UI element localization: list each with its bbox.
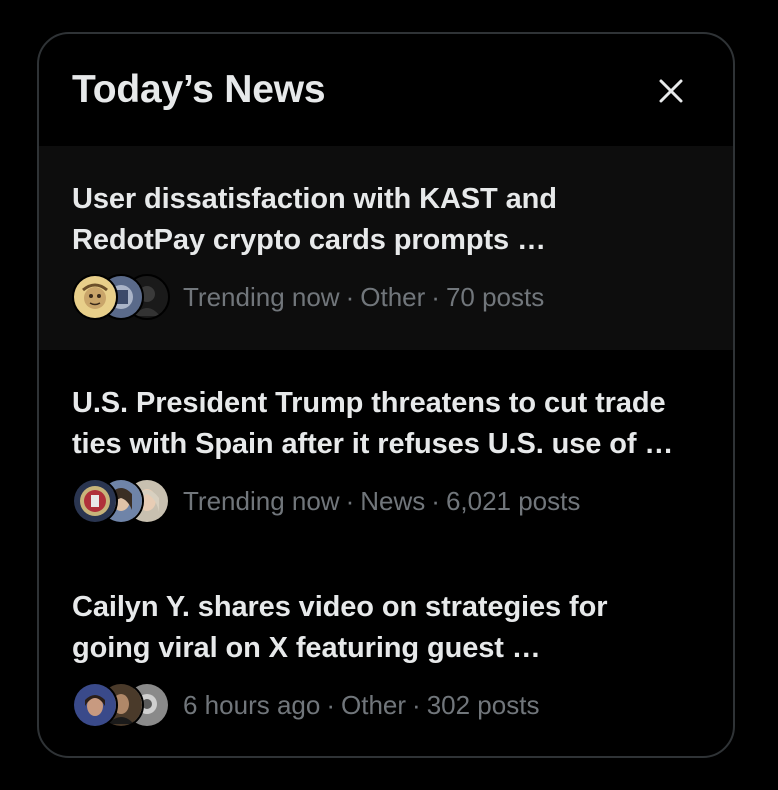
news-meta-row: Trending now · News · 6,021 posts	[72, 477, 700, 525]
panel-title: Today’s News	[72, 68, 326, 111]
news-post-count: 302 posts	[426, 689, 540, 720]
separator-dot: ·	[412, 689, 421, 720]
news-headline: Cailyn Y. shares video on strategies for…	[72, 587, 700, 669]
avatar-stack	[72, 274, 170, 320]
news-headline: U.S. President Trump threatens to cut tr…	[72, 383, 700, 465]
headline-line: User dissatisfaction with KAST and	[72, 183, 557, 215]
headline-line: U.S. President Trump threatens to cut tr…	[72, 387, 666, 419]
news-item[interactable]: User dissatisfaction with KAST and Redot…	[39, 146, 733, 350]
news-item[interactable]: Cailyn Y. shares video on strategies for…	[39, 554, 733, 756]
avatar-stack	[72, 682, 170, 728]
avatar-stack	[72, 478, 170, 524]
separator-dot: ·	[326, 689, 335, 720]
news-time: Trending now	[183, 281, 340, 312]
avatar	[72, 682, 118, 728]
separator-dot: ·	[431, 485, 440, 516]
close-icon	[659, 79, 683, 103]
separator-dot: ·	[345, 485, 355, 516]
avatar	[72, 274, 118, 320]
separator-dot: ·	[431, 281, 440, 312]
news-meta: Trending now · News · 6,021 posts	[183, 486, 580, 517]
separator-dot: ·	[345, 281, 355, 312]
news-meta: 6 hours ago · Other · 302 posts	[183, 690, 539, 721]
news-category: Other	[360, 281, 426, 312]
news-category: Other	[341, 689, 407, 720]
news-meta-row: Trending now · Other · 70 posts	[72, 273, 700, 321]
panel-header: Today’s News	[39, 34, 733, 146]
news-post-count: 6,021 posts	[445, 485, 581, 516]
avatar	[72, 478, 118, 524]
headline-line: ties with Spain after it refuses U.S. us…	[72, 428, 674, 460]
headline-line: going viral on X featuring guest …	[72, 632, 541, 664]
headline-line: RedotPay crypto cards prompts …	[72, 224, 546, 256]
news-item[interactable]: U.S. President Trump threatens to cut tr…	[39, 350, 733, 554]
news-headline: User dissatisfaction with KAST and Redot…	[72, 179, 700, 261]
news-post-count: 70 posts	[445, 281, 545, 312]
news-time: 6 hours ago	[183, 689, 321, 720]
todays-news-panel: Today’s News User dissatisfaction with K…	[37, 32, 735, 758]
news-category: News	[360, 485, 426, 516]
news-time: Trending now	[183, 485, 340, 516]
news-meta: Trending now · Other · 70 posts	[183, 282, 544, 313]
headline-line: Cailyn Y. shares video on strategies for	[72, 591, 608, 623]
close-button[interactable]	[651, 71, 691, 111]
news-meta-row: 6 hours ago · Other · 302 posts	[72, 681, 700, 729]
